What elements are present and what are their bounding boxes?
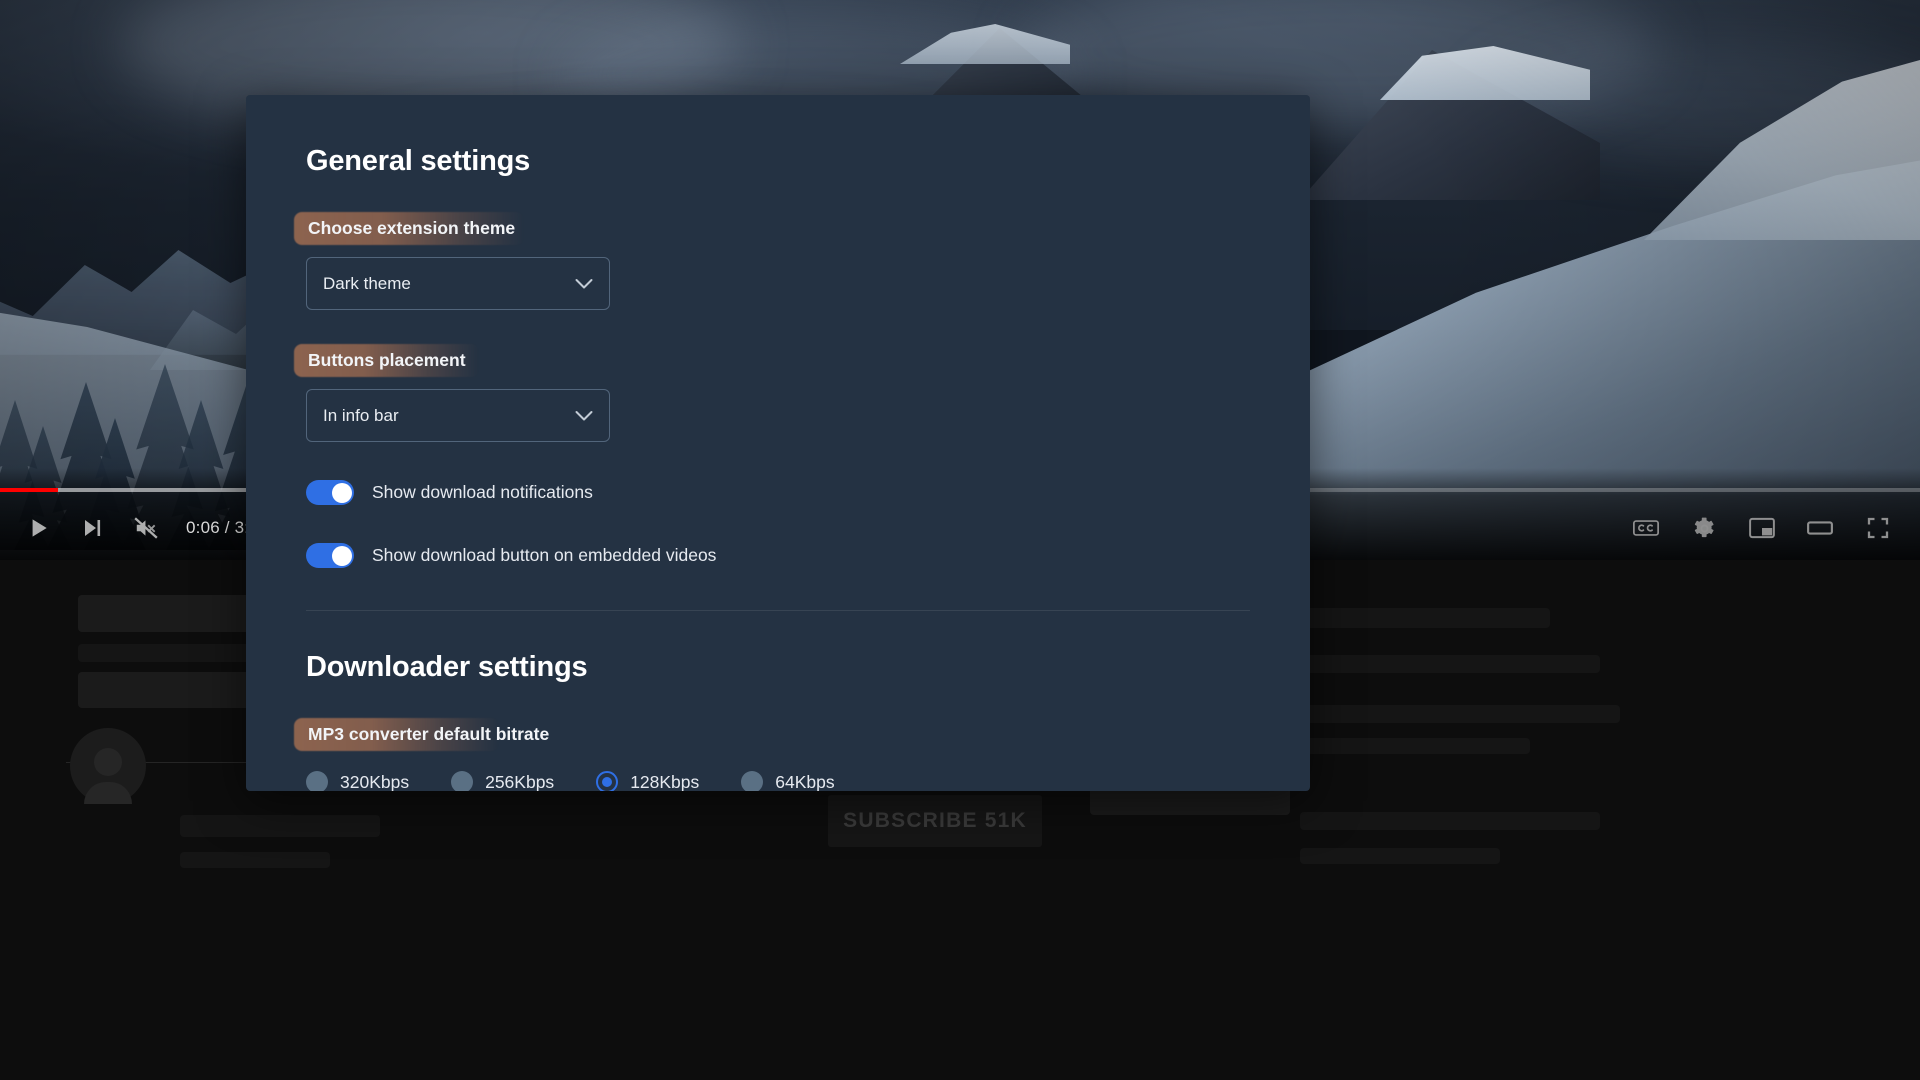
skeleton-sidebar-line	[1300, 738, 1530, 754]
avatar-head-icon	[94, 748, 122, 776]
chevron-down-icon	[575, 410, 593, 421]
bitrate-option-256kbps[interactable]: 256Kbps	[451, 771, 554, 791]
extension-theme-value: Dark theme	[323, 273, 411, 293]
bitrate-option-128kbps[interactable]: 128Kbps	[596, 771, 699, 791]
radio-dot[interactable]	[451, 771, 474, 791]
skeleton-sidebar-line	[1300, 705, 1620, 723]
miniplayer-button[interactable]	[1738, 504, 1786, 552]
progress-played	[0, 488, 58, 492]
toggle-knob	[331, 545, 352, 566]
skeleton-sidebar-line	[1300, 655, 1600, 673]
subscribe-button[interactable]: SUBSCRIBE 51K	[828, 795, 1042, 847]
player-controls-left: 0:06 / 3:32	[14, 504, 269, 552]
show-download-notifications-label: Show download notifications	[372, 482, 593, 502]
miniplayer-icon	[1749, 517, 1775, 539]
bitrate-option-64kbps[interactable]: 64Kbps	[741, 771, 835, 792]
skeleton-sidebar-line	[1300, 812, 1600, 830]
buttons-placement-value: In info bar	[323, 405, 399, 425]
buttons-placement-select[interactable]: In info bar	[306, 389, 610, 442]
theater-mode-button[interactable]	[1796, 504, 1844, 552]
bitrate-option-label: 128Kbps	[630, 771, 700, 792]
show-download-notifications-row[interactable]: Show download notifications	[306, 480, 1250, 505]
extension-theme-select[interactable]: Dark theme	[306, 257, 610, 310]
volume-muted-icon	[134, 517, 158, 539]
radio-dot[interactable]	[596, 771, 619, 791]
play-icon	[32, 519, 47, 537]
next-icon	[85, 520, 101, 536]
mp3-bitrate-label: MP3 converter default bitrate	[308, 724, 550, 744]
bitrate-option-label: 320Kbps	[340, 771, 410, 792]
settings-button[interactable]	[1680, 504, 1728, 552]
gear-icon	[1694, 517, 1714, 537]
chevron-down-icon	[575, 278, 593, 289]
mp3-bitrate-label-wrap: MP3 converter default bitrate	[294, 718, 551, 751]
general-settings-heading: General settings	[306, 145, 531, 177]
skeleton-sidebar-line	[1300, 848, 1500, 864]
downloader-settings-heading: Downloader settings	[306, 651, 588, 683]
play-button[interactable]	[14, 504, 62, 552]
show-embedded-download-button-row[interactable]: Show download button on embedded videos	[306, 543, 1250, 568]
radio-dot[interactable]	[306, 771, 328, 791]
screen: 0:06 / 3:32 SUBSCRIBE 51K General settin…	[0, 0, 1920, 1080]
section-divider	[306, 610, 1250, 611]
fullscreen-icon	[1867, 517, 1889, 539]
show-embedded-download-button-toggle[interactable]	[306, 543, 354, 568]
settings-modal-content: General settings Choose extension theme …	[246, 95, 1310, 791]
buttons-placement-label: Buttons placement	[308, 350, 466, 370]
skeleton-channel-meta	[180, 852, 330, 868]
mute-button[interactable]	[122, 504, 170, 552]
captions-button[interactable]	[1622, 504, 1670, 552]
toggle-knob	[331, 482, 352, 503]
radio-dot[interactable]	[741, 771, 764, 791]
player-controls-right	[1622, 504, 1902, 552]
extension-theme-label-wrap: Choose extension theme	[294, 212, 524, 245]
bitrate-option-label: 64Kbps	[775, 771, 835, 792]
mp3-bitrate-radio-group: 320Kbps 256Kbps 128Kbps 64Kbps	[306, 771, 1250, 791]
fullscreen-button[interactable]	[1854, 504, 1902, 552]
next-video-button[interactable]	[68, 504, 116, 552]
show-embedded-download-button-label: Show download button on embedded videos	[372, 545, 717, 565]
show-download-notifications-toggle[interactable]	[306, 480, 354, 505]
settings-modal: General settings Choose extension theme …	[246, 95, 1310, 791]
theater-icon	[1807, 521, 1833, 535]
cc-icon	[1633, 520, 1659, 536]
skeleton-channel-name	[180, 815, 380, 837]
bitrate-option-label: 256Kbps	[485, 771, 555, 792]
buttons-placement-label-wrap: Buttons placement	[294, 344, 479, 377]
extension-theme-label: Choose extension theme	[308, 218, 516, 238]
bitrate-option-320kbps[interactable]: 320Kbps	[306, 771, 409, 791]
skeleton-sidebar-line	[1300, 608, 1550, 628]
